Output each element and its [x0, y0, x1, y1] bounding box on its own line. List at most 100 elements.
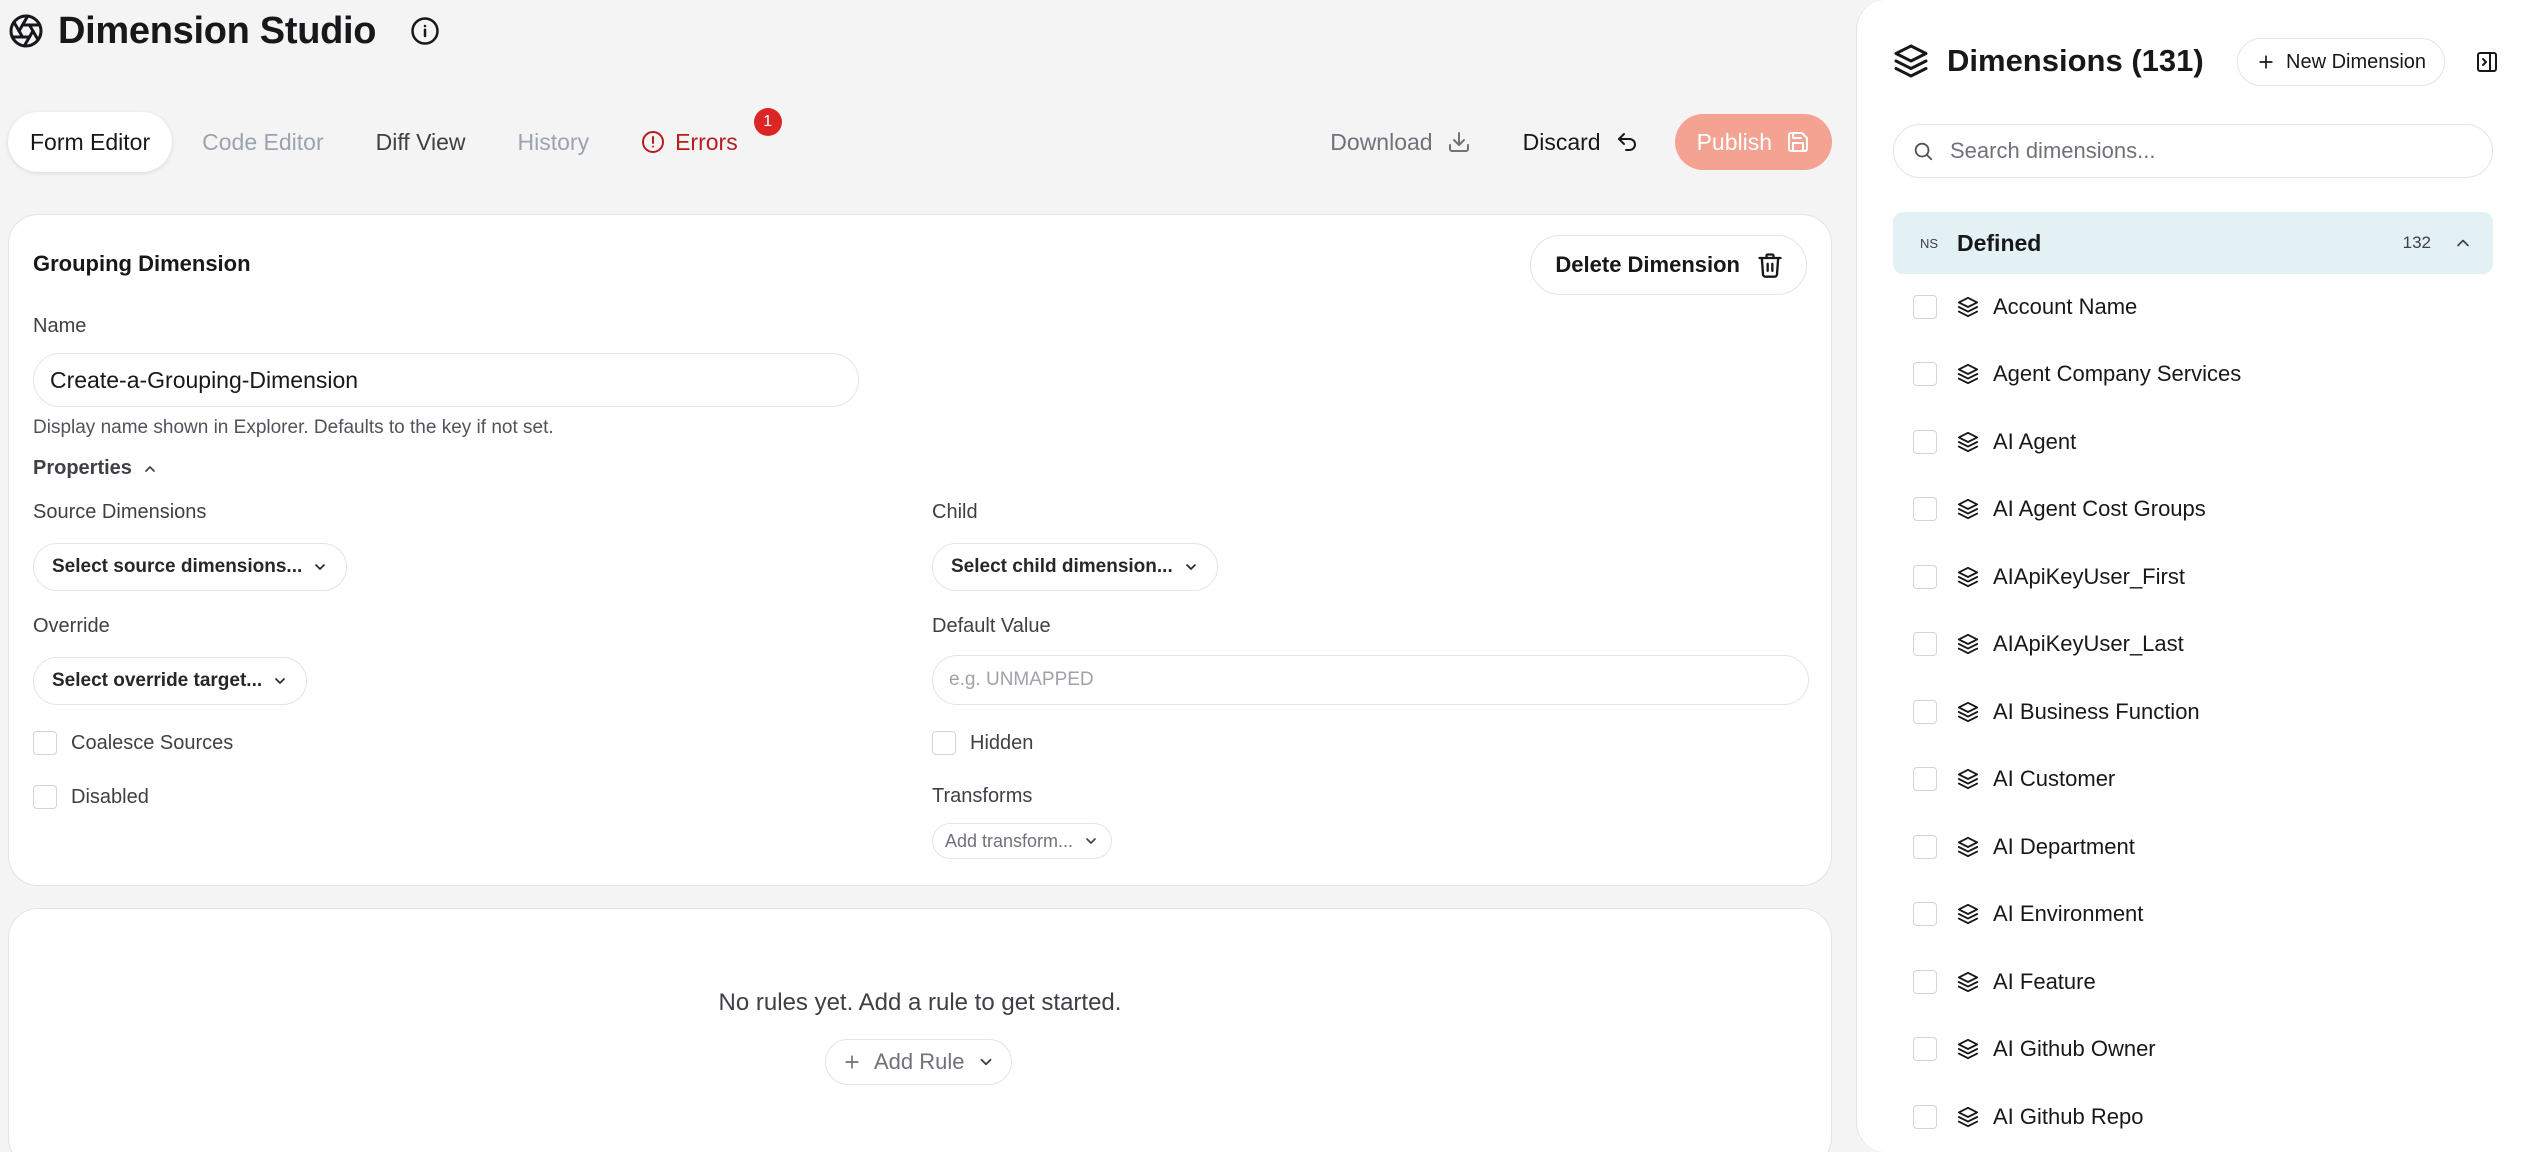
- properties-toggle[interactable]: Properties: [33, 457, 158, 480]
- override-placeholder: Select override target...: [52, 670, 263, 691]
- add-rule-button[interactable]: Add Rule: [825, 1039, 1012, 1085]
- item-checkbox[interactable]: [1913, 767, 1937, 792]
- chevron-down-icon: [1183, 559, 1199, 575]
- layers-icon: [1957, 566, 1979, 588]
- chevron-down-icon: [312, 559, 328, 575]
- layers-icon: [1957, 498, 1979, 520]
- add-rule-label: Add Rule: [874, 1049, 965, 1074]
- alert-circle-icon: [641, 130, 665, 154]
- delete-dimension-button[interactable]: Delete Dimension: [1530, 235, 1807, 295]
- tab-diff-view[interactable]: Diff View: [354, 112, 488, 172]
- item-label: AIApiKeyUser_Last: [1993, 631, 2184, 657]
- hidden-checkbox[interactable]: [932, 731, 956, 755]
- item-label: AIApiKeyUser_First: [1993, 563, 2185, 589]
- publish-button[interactable]: Publish: [1674, 114, 1832, 170]
- list-item[interactable]: AI Business Function: [1913, 678, 2493, 746]
- item-checkbox[interactable]: [1913, 699, 1937, 724]
- coalesce-sources-row: Coalesce Sources: [33, 731, 233, 755]
- item-checkbox[interactable]: [1913, 497, 1937, 522]
- discard-button[interactable]: Discard: [1507, 114, 1655, 170]
- list-item[interactable]: AIApiKeyUser_First: [1913, 543, 2493, 611]
- transforms-label: Transforms: [932, 785, 1033, 807]
- layers-icon: [1893, 43, 1929, 79]
- default-value-input[interactable]: e.g. UNMAPPED: [932, 655, 1809, 705]
- delete-label: Delete Dimension: [1555, 252, 1740, 277]
- panel-collapse-icon[interactable]: [2471, 46, 2503, 78]
- list-item[interactable]: AI Agent Cost Groups: [1913, 476, 2493, 544]
- item-checkbox[interactable]: [1913, 294, 1937, 319]
- layers-icon: [1957, 971, 1979, 993]
- tab-form-editor[interactable]: Form Editor: [8, 112, 173, 172]
- list-item[interactable]: AI Department: [1913, 813, 2493, 881]
- search-icon: [1912, 140, 1934, 162]
- override-label: Override: [33, 615, 110, 637]
- item-checkbox[interactable]: [1913, 834, 1937, 859]
- sidebar-title: Dimensions (131): [1947, 43, 2204, 78]
- trash-icon: [1756, 251, 1784, 279]
- child-label: Child: [932, 501, 978, 523]
- source-dimensions-select[interactable]: Select source dimensions...: [33, 543, 348, 591]
- override-select[interactable]: Select override target...: [33, 657, 308, 705]
- list-item[interactable]: AI Github Repo: [1913, 1083, 2493, 1151]
- tab-errors[interactable]: Errors 1: [619, 108, 788, 172]
- list-item[interactable]: Account Name: [1913, 273, 2493, 341]
- list-item[interactable]: AI Customer: [1913, 746, 2493, 814]
- tab-history[interactable]: History: [496, 112, 612, 172]
- item-checkbox[interactable]: [1913, 1104, 1937, 1129]
- disabled-checkbox[interactable]: [33, 785, 57, 809]
- item-checkbox[interactable]: [1913, 902, 1937, 927]
- tab-label: Diff View: [375, 128, 466, 155]
- list-item[interactable]: AI Agent: [1913, 408, 2493, 476]
- chevron-up-icon: [142, 461, 158, 477]
- editor-actions: Download Discard Publish: [1314, 114, 1832, 170]
- item-checkbox[interactable]: [1913, 969, 1937, 994]
- add-transform-select[interactable]: Add transform...: [932, 823, 1113, 859]
- child-dimension-select[interactable]: Select child dimension...: [932, 543, 1218, 591]
- default-value-label: Default Value: [932, 615, 1051, 637]
- dimension-list: Account Name Agent Company Services AI Age…: [1913, 273, 2493, 1151]
- info-icon[interactable]: [408, 14, 442, 48]
- app-title: Dimension Studio: [58, 9, 377, 52]
- sidebar-header: Dimensions (131): [1893, 38, 2204, 84]
- item-checkbox[interactable]: [1913, 1037, 1937, 1062]
- name-input[interactable]: Create-a-Grouping-Dimension: [33, 353, 859, 407]
- card-title: Grouping Dimension: [33, 251, 251, 276]
- tab-label: History: [517, 128, 590, 155]
- download-button[interactable]: Download: [1314, 114, 1486, 170]
- search-input[interactable]: [1950, 138, 2474, 164]
- list-item[interactable]: AI Environment: [1913, 881, 2493, 949]
- chevron-down-icon: [977, 1053, 995, 1071]
- group-header-defined[interactable]: NS Defined 132: [1893, 212, 2493, 274]
- hidden-row: Hidden: [932, 731, 1033, 755]
- plus-icon: [842, 1052, 862, 1072]
- save-icon: [1786, 130, 1810, 154]
- undo-icon: [1615, 130, 1639, 154]
- publish-label: Publish: [1696, 128, 1772, 155]
- aperture-icon: [8, 13, 44, 49]
- item-checkbox[interactable]: [1913, 564, 1937, 589]
- item-checkbox[interactable]: [1913, 632, 1937, 657]
- tab-code-editor[interactable]: Code Editor: [180, 112, 345, 172]
- layers-icon: [1957, 431, 1979, 453]
- discard-label: Discard: [1522, 128, 1601, 155]
- layers-icon: [1957, 903, 1979, 925]
- chevron-down-icon: [1083, 833, 1099, 849]
- item-checkbox[interactable]: [1913, 362, 1937, 387]
- group-name: Defined: [1957, 229, 2042, 256]
- layers-icon: [1957, 836, 1979, 858]
- layers-icon: [1957, 296, 1979, 318]
- item-label: AI Business Function: [1993, 698, 2200, 724]
- coalesce-sources-checkbox[interactable]: [33, 731, 57, 755]
- new-dimension-button[interactable]: New Dimension: [2237, 38, 2446, 86]
- list-item[interactable]: Agent Company Services: [1913, 341, 2493, 409]
- chevron-down-icon: [272, 673, 288, 689]
- list-item[interactable]: AI Feature: [1913, 948, 2493, 1016]
- new-dimension-label: New Dimension: [2286, 50, 2427, 73]
- list-item[interactable]: AIApiKeyUser_Last: [1913, 611, 2493, 679]
- transforms-placeholder: Add transform...: [945, 830, 1074, 851]
- list-item[interactable]: AI Github Owner: [1913, 1016, 2493, 1084]
- dimension-form-card: Grouping Dimension Delete Dimension Name…: [8, 214, 1832, 886]
- item-checkbox[interactable]: [1913, 429, 1937, 454]
- item-label: AI Agent: [1993, 428, 2077, 454]
- disabled-row: Disabled: [33, 785, 149, 809]
